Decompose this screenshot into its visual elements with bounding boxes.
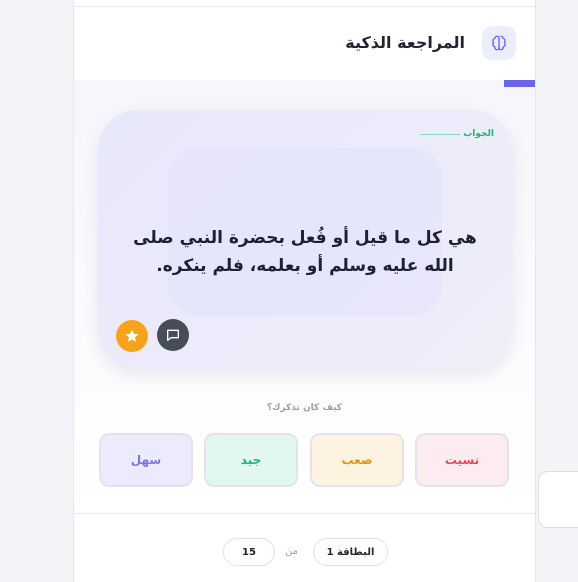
rating-question: كيف كان تذكرك؟ bbox=[266, 403, 343, 413]
review-content: الجواب هي كل ما قيل أو فُعل بحضرة النبي … bbox=[74, 87, 535, 513]
answer-text: هي كل ما قيل أو فُعل بحضرة النبي صلى الل… bbox=[133, 228, 477, 276]
favorite-button[interactable] bbox=[116, 320, 148, 352]
note-button[interactable] bbox=[157, 319, 189, 351]
star-icon bbox=[125, 329, 139, 342]
comment-icon bbox=[167, 329, 179, 341]
progress-fill bbox=[504, 80, 535, 87]
label-divider bbox=[420, 134, 460, 135]
rate-hard-button[interactable]: صعب bbox=[310, 433, 404, 487]
rate-easy-button[interactable]: سهل bbox=[99, 433, 193, 487]
review-panel: المراجعة الذكية الجواب هي كل ما قيل أو ف… bbox=[73, 0, 536, 582]
side-panel-edge[interactable] bbox=[538, 471, 578, 528]
rate-forgot-button[interactable]: نسيت bbox=[415, 433, 509, 487]
footer-divider bbox=[74, 513, 535, 514]
flashcard[interactable]: الجواب هي كل ما قيل أو فُعل بحضرة النبي … bbox=[98, 110, 512, 369]
card-side-label: الجواب bbox=[463, 129, 494, 139]
page-title: المراجعة الذكية bbox=[345, 33, 465, 52]
brain-icon bbox=[482, 26, 516, 60]
current-card-indicator: البطاقة 1 bbox=[313, 538, 388, 566]
of-label: من bbox=[285, 546, 298, 557]
total-cards-indicator: 15 bbox=[223, 538, 275, 566]
header: المراجعة الذكية bbox=[74, 7, 535, 81]
rate-good-button[interactable]: جيد bbox=[204, 433, 298, 487]
progress-bar bbox=[74, 80, 535, 87]
